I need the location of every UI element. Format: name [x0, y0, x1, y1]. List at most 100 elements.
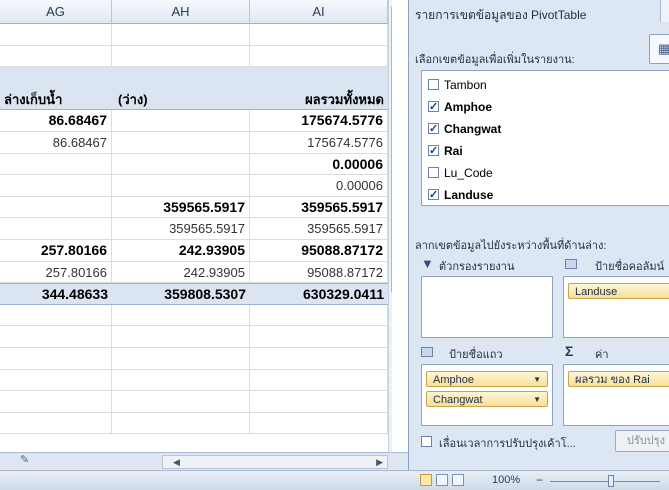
scroll-right-icon[interactable]: ▶: [376, 456, 383, 468]
layout-button[interactable]: ▦: [649, 34, 669, 64]
table-cell[interactable]: [112, 132, 250, 153]
table-cell[interactable]: [250, 45, 388, 67]
column-header-ag[interactable]: AG: [0, 0, 112, 24]
table-cell[interactable]: [0, 326, 112, 347]
field-changwat[interactable]: Changwat: [426, 119, 669, 139]
table-cell[interactable]: [112, 45, 250, 67]
field-checkbox[interactable]: [428, 185, 439, 205]
table-cell[interactable]: 630329.0411: [250, 284, 388, 304]
vertical-scroll-thumb[interactable]: [391, 6, 392, 293]
table-cell[interactable]: [0, 218, 112, 239]
column-labels-area[interactable]: Landuse: [563, 276, 669, 338]
row-field-amphoe[interactable]: Amphoe ▼: [426, 371, 548, 387]
table-cell[interactable]: 86.68467: [0, 132, 112, 153]
table-cell[interactable]: [250, 412, 388, 434]
table-cell[interactable]: 359808.5307: [112, 284, 250, 304]
page-break-view-icon[interactable]: [452, 474, 464, 486]
page-layout-view-icon[interactable]: [436, 474, 448, 486]
table-cell[interactable]: 0.00006: [250, 153, 388, 175]
table-cell[interactable]: [250, 348, 388, 369]
table-cell[interactable]: 359565.5917: [112, 218, 250, 239]
row-field-changwat[interactable]: Changwat ▼: [426, 391, 548, 407]
scroll-left-icon[interactable]: ◀: [173, 456, 180, 468]
table-cell[interactable]: 95088.87172: [250, 240, 388, 261]
table-cell[interactable]: 344.48633: [0, 284, 112, 304]
table-cell[interactable]: 359565.5917: [250, 218, 388, 239]
table-cell[interactable]: [0, 348, 112, 369]
defer-update-checkbox[interactable]: [421, 436, 432, 447]
field-rai[interactable]: Rai: [426, 141, 669, 161]
values-area[interactable]: ผลรวม ของ Rai: [563, 364, 669, 426]
table-cell[interactable]: [112, 110, 250, 131]
column-header-ai[interactable]: AI: [250, 0, 388, 24]
table-cell[interactable]: [0, 391, 112, 412]
table-cell[interactable]: [250, 304, 388, 326]
table-cell[interactable]: 242.93905: [112, 261, 250, 283]
normal-view-icon[interactable]: [420, 474, 432, 486]
table-cell[interactable]: [112, 412, 250, 434]
table-cell[interactable]: [112, 153, 250, 175]
table-cell[interactable]: [0, 304, 112, 326]
table-cell[interactable]: [112, 326, 250, 347]
table-cell[interactable]: [112, 304, 250, 326]
table-cell[interactable]: 257.80166: [0, 240, 112, 261]
table-cell[interactable]: [0, 67, 112, 89]
panel-close-button[interactable]: [660, 0, 669, 22]
table-cell[interactable]: 359565.5917: [250, 196, 388, 218]
table-cell[interactable]: 257.80166: [0, 261, 112, 283]
table-cell[interactable]: [250, 326, 388, 347]
table-cell[interactable]: [0, 369, 112, 391]
field-checkbox[interactable]: [428, 167, 439, 178]
table-cell[interactable]: 175674.5776: [250, 132, 388, 153]
table-cell[interactable]: [112, 175, 250, 196]
field-landuse[interactable]: Landuse: [426, 185, 669, 205]
value-field-sum-rai[interactable]: ผลรวม ของ Rai: [568, 371, 669, 387]
table-cell[interactable]: ผลรวมทั้งหมด: [250, 88, 388, 110]
table-cell[interactable]: 175674.5776: [250, 110, 388, 131]
table-cell[interactable]: (ว่าง): [112, 88, 250, 110]
table-cell[interactable]: [0, 24, 112, 45]
zoom-out-icon[interactable]: −: [536, 473, 543, 487]
dropdown-arrow-icon[interactable]: ▼: [533, 372, 541, 388]
table-cell[interactable]: [250, 67, 388, 89]
table-cell[interactable]: 0.00006: [250, 175, 388, 196]
table-cell[interactable]: [0, 412, 112, 434]
field-checkbox[interactable]: [428, 97, 439, 117]
table-cell[interactable]: [112, 67, 250, 89]
table-cell[interactable]: [112, 24, 250, 45]
field-lu-code[interactable]: Lu_Code: [426, 163, 669, 183]
report-filter-area[interactable]: [421, 276, 553, 338]
table-cell[interactable]: 359565.5917: [112, 196, 250, 218]
field-checkbox[interactable]: [428, 141, 439, 161]
table-cell[interactable]: 95088.87172: [250, 261, 388, 283]
table-cell[interactable]: [0, 153, 112, 175]
insert-sheet-icon[interactable]: ✎: [20, 453, 29, 466]
worksheet[interactable]: AG AH AI ล่างเก็บน้ำ (ว่าง) ผลรวมทั้งหมด 86…: [0, 0, 392, 455]
field-checkbox[interactable]: [428, 79, 439, 90]
table-cell[interactable]: [112, 369, 250, 391]
field-list[interactable]: Tambon Amphoe Changwat Rai Lu_Code Landu…: [421, 70, 669, 206]
dropdown-arrow-icon[interactable]: ▼: [533, 392, 541, 408]
table-cell[interactable]: [250, 391, 388, 412]
field-tambon[interactable]: Tambon: [426, 75, 669, 95]
zoom-level[interactable]: 100%: [492, 474, 520, 486]
vertical-scrollbar[interactable]: [388, 0, 392, 455]
table-cell[interactable]: [112, 391, 250, 412]
table-cell[interactable]: [112, 348, 250, 369]
horizontal-scrollbar[interactable]: ◀ ▶: [162, 455, 388, 469]
table-cell[interactable]: [0, 175, 112, 196]
table-cell[interactable]: [0, 45, 112, 67]
table-cell[interactable]: [0, 196, 112, 218]
table-cell[interactable]: [250, 369, 388, 391]
table-cell[interactable]: ล่างเก็บน้ำ: [0, 88, 112, 110]
zoom-slider-track[interactable]: [550, 481, 660, 482]
column-header-ah[interactable]: AH: [112, 0, 250, 24]
field-checkbox[interactable]: [428, 119, 439, 139]
column-field-landuse[interactable]: Landuse: [568, 283, 669, 299]
field-amphoe[interactable]: Amphoe: [426, 97, 669, 117]
row-labels-area[interactable]: Amphoe ▼ Changwat ▼: [421, 364, 553, 426]
table-cell[interactable]: [250, 24, 388, 45]
update-button[interactable]: ปรับปรุง: [615, 430, 669, 452]
zoom-slider-knob[interactable]: [608, 475, 614, 487]
table-cell[interactable]: 242.93905: [112, 240, 250, 261]
